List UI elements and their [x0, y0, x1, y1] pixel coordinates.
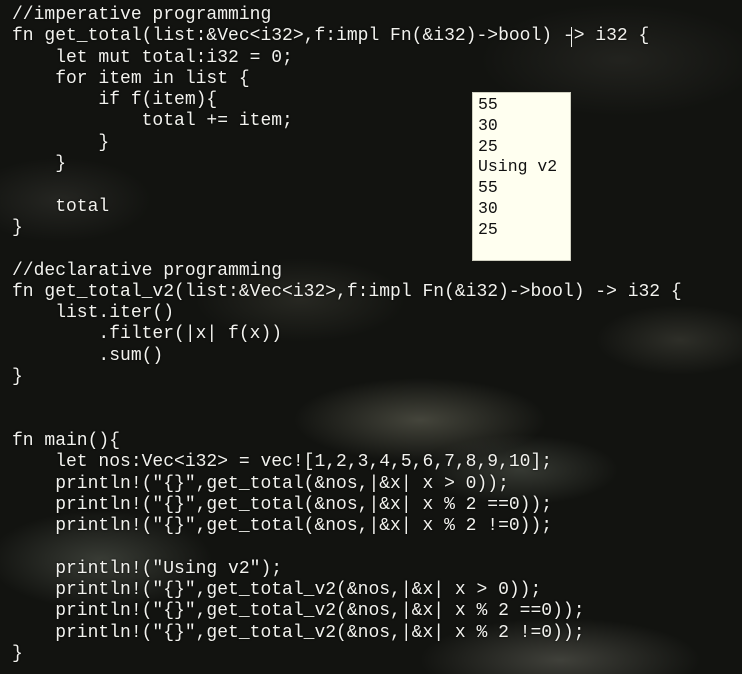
code-line[interactable]: fn main(){ [12, 431, 682, 452]
code-line[interactable]: //imperative programming [12, 5, 682, 26]
code-line[interactable]: for item in list { [12, 69, 682, 90]
code-line[interactable] [12, 175, 682, 196]
code-line[interactable]: println!("{}",get_total_v2(&nos,|&x| x >… [12, 580, 682, 601]
code-line[interactable]: fn get_total(list:&Vec<i32>,f:impl Fn(&i… [12, 26, 682, 47]
code-line[interactable]: println!("{}",get_total_v2(&nos,|&x| x %… [12, 623, 682, 644]
output-line: 25 [478, 136, 498, 156]
code-line[interactable]: } [12, 644, 682, 665]
output-line: 55 [478, 178, 498, 198]
code-line[interactable]: println!("{}",get_total_v2(&nos,|&x| x %… [12, 601, 682, 622]
code-line[interactable]: if f(item){ [12, 90, 682, 111]
code-line[interactable]: println!("{}",get_total(&nos,|&x| x % 2 … [12, 495, 682, 516]
code-line[interactable]: } [12, 154, 682, 175]
code-line[interactable]: } [12, 367, 682, 388]
code-line[interactable]: } [12, 218, 682, 239]
program-output-panel: 55 30 25 Using v2 55 30 25 [472, 92, 571, 261]
code-line[interactable]: .sum() [12, 346, 682, 367]
code-line[interactable]: list.iter() [12, 303, 682, 324]
output-line: 30 [478, 115, 498, 135]
code-line[interactable]: let nos:Vec<i32> = vec![1,2,3,4,5,6,7,8,… [12, 452, 682, 473]
code-line[interactable]: } [12, 133, 682, 154]
code-line[interactable]: println!("{}",get_total(&nos,|&x| x > 0)… [12, 474, 682, 495]
output-line: 30 [478, 198, 498, 218]
code-line[interactable]: println!("{}",get_total(&nos,|&x| x % 2 … [12, 516, 682, 537]
code-line[interactable]: //declarative programming [12, 261, 682, 282]
code-line[interactable] [12, 388, 682, 409]
text-cursor [571, 27, 572, 47]
code-line[interactable]: println!("Using v2"); [12, 559, 682, 580]
code-line[interactable] [12, 537, 682, 558]
code-line[interactable] [12, 410, 682, 431]
code-editor[interactable]: //imperative programming fn get_total(lis… [12, 5, 682, 665]
code-line[interactable]: total += item; [12, 111, 682, 132]
code-line[interactable]: fn get_total_v2(list:&Vec<i32>,f:impl Fn… [12, 282, 682, 303]
output-line: Using v2 [478, 157, 558, 177]
code-line[interactable] [12, 239, 682, 260]
code-line[interactable]: total [12, 197, 682, 218]
output-line: 25 [478, 219, 498, 239]
output-line: 55 [478, 95, 498, 114]
code-line[interactable]: .filter(|x| f(x)) [12, 324, 682, 345]
code-line[interactable]: let mut total:i32 = 0; [12, 48, 682, 69]
